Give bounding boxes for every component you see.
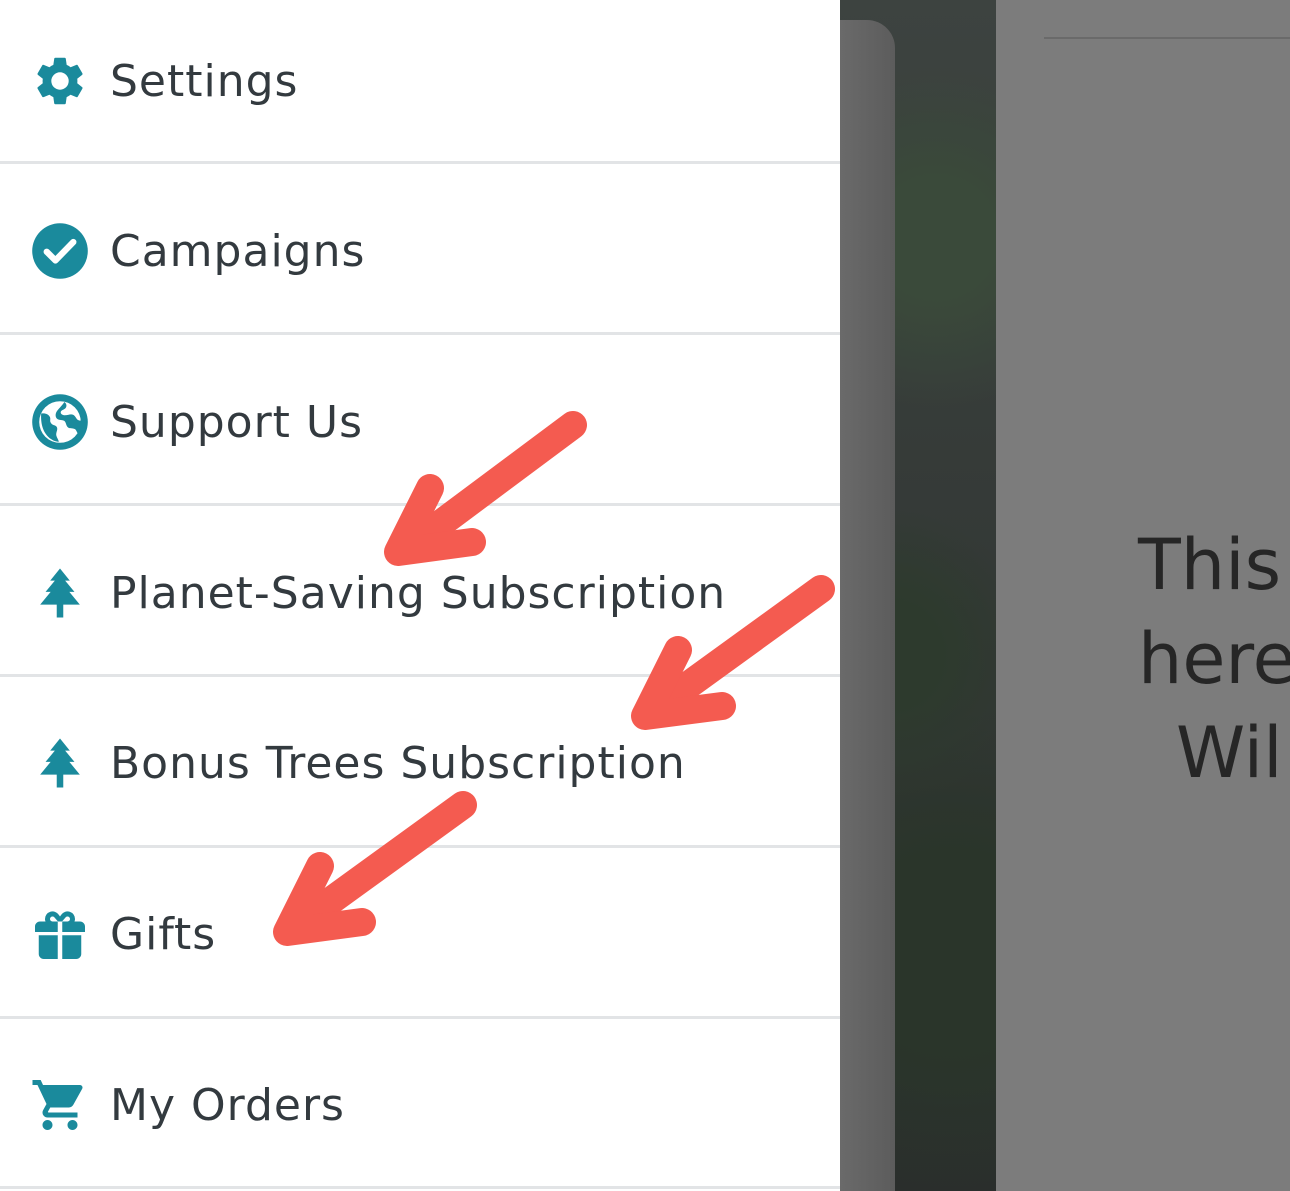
- menu-divider: [0, 161, 840, 164]
- menu-item-label: Planet-Saving Subscription: [110, 567, 727, 619]
- menu-item-support-us[interactable]: Support Us: [0, 337, 840, 507]
- menu-item-bonus-trees-subscription[interactable]: Bonus Trees Subscription: [0, 678, 840, 848]
- menu-divider: [0, 332, 840, 335]
- menu-item-my-orders[interactable]: My Orders: [0, 1020, 840, 1190]
- menu-item-settings[interactable]: Settings: [0, 0, 840, 166]
- menu-item-label: Settings: [110, 55, 299, 107]
- menu-item-label: Bonus Trees Subscription: [110, 737, 686, 789]
- background-text-line-2: here: [1138, 618, 1290, 700]
- background-card-left: [840, 20, 895, 1191]
- globe-icon: [30, 392, 90, 452]
- menu-item-label: Gifts: [110, 908, 217, 960]
- tree-icon: [30, 563, 90, 623]
- menu-item-gifts[interactable]: Gifts: [0, 849, 840, 1019]
- menu-divider: [0, 503, 840, 506]
- menu-item-label: Campaigns: [110, 225, 366, 277]
- check-circle-icon: [30, 221, 90, 281]
- cart-icon: [30, 1075, 90, 1135]
- tree-icon: [30, 733, 90, 793]
- background-text-line-1: This: [1138, 524, 1282, 606]
- menu-item-label: Support Us: [110, 396, 364, 448]
- navigation-drawer: Settings Campaigns Support Us Planet-Sav…: [0, 0, 840, 1191]
- background-text-line-3: Wil: [1176, 712, 1283, 794]
- menu-divider: [0, 1186, 840, 1189]
- menu-divider: [0, 1016, 840, 1019]
- menu-divider: [0, 674, 840, 677]
- menu-item-planet-saving-subscription[interactable]: Planet-Saving Subscription: [0, 508, 840, 678]
- menu-item-label: My Orders: [110, 1079, 345, 1131]
- gift-icon: [30, 904, 90, 964]
- menu-item-campaigns[interactable]: Campaigns: [0, 166, 840, 336]
- background-divider: [1044, 37, 1290, 39]
- gear-icon: [30, 51, 90, 111]
- menu-divider: [0, 845, 840, 848]
